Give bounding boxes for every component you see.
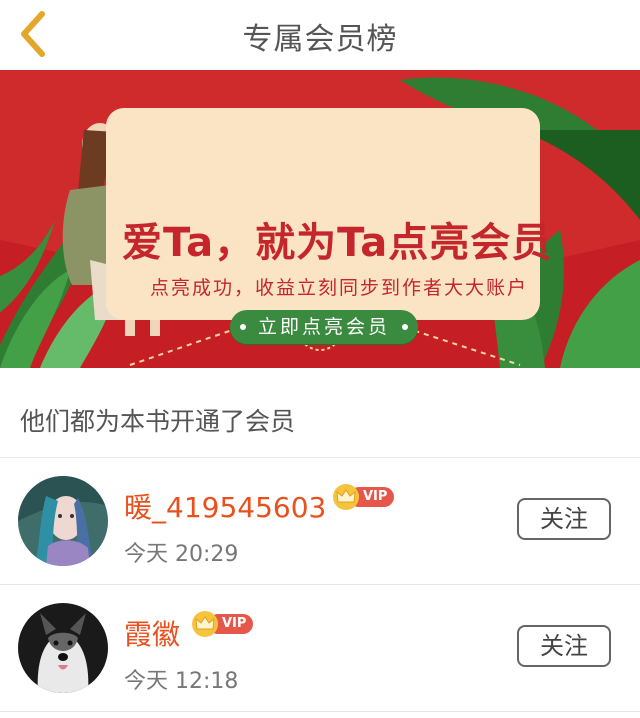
member-row[interactable]: 暖_419545603 VIP 今天 20:29 关注 <box>0 458 640 584</box>
crown-icon <box>333 484 359 510</box>
section-title: 他们都为本书开通了会员 <box>20 407 296 436</box>
light-up-member-button[interactable]: 立即点亮会员 <box>230 310 418 344</box>
avatar-image <box>18 476 108 566</box>
member-name[interactable]: 暖_419545603 <box>124 486 326 526</box>
member-time: 今天 12:18 <box>124 669 239 694</box>
avatar-image <box>18 603 108 693</box>
follow-button[interactable]: 关注 <box>517 625 611 667</box>
crown-icon <box>192 611 218 637</box>
banner-subtitle: 点亮成功，收益立刻同步到作者大大账户 <box>150 277 529 299</box>
member-row[interactable]: 霞徽 VIP 今天 12:18 关注 <box>0 585 640 711</box>
avatar[interactable] <box>18 476 108 566</box>
follow-button[interactable]: 关注 <box>517 498 611 540</box>
top-nav-bar: 专属会员榜 <box>0 0 640 70</box>
promo-banner[interactable]: 爱Ta，就为Ta点亮会员 点亮成功，收益立刻同步到作者大大账户 立即点亮会员 <box>0 70 640 368</box>
avatar[interactable] <box>18 603 108 693</box>
page-title: 专属会员榜 <box>242 22 398 57</box>
banner-headline: 爱Ta，就为Ta点亮会员 <box>122 220 553 266</box>
divider <box>0 711 640 712</box>
member-name[interactable]: 霞徽 <box>124 613 180 653</box>
member-time: 今天 20:29 <box>124 542 239 567</box>
